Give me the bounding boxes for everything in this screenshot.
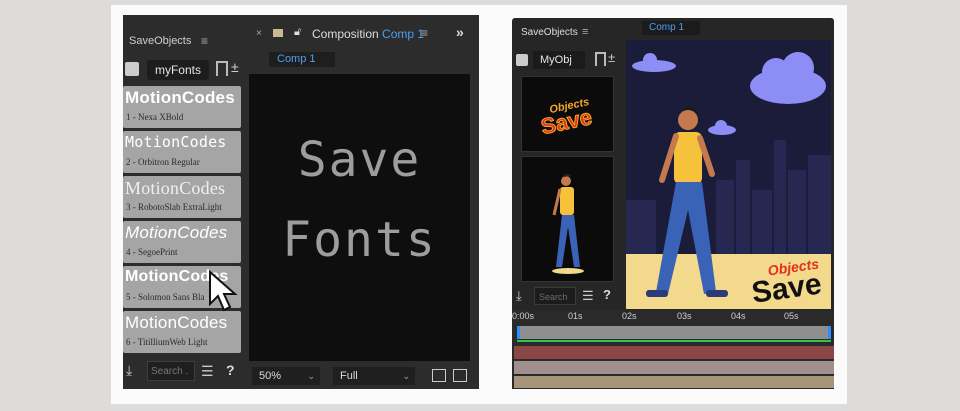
- object-thumbnail[interactable]: [521, 156, 614, 282]
- tab-comp-1[interactable]: Comp 1: [642, 21, 700, 35]
- timeline-tick: 01s: [568, 311, 583, 321]
- timeline-tick: 03s: [677, 311, 692, 321]
- folder-icon: [273, 29, 283, 37]
- help-icon[interactable]: ?: [226, 362, 235, 378]
- composition-label: Composition: [312, 27, 379, 41]
- resolution-value: Full: [340, 370, 358, 382]
- timeline-layer[interactable]: [514, 361, 834, 374]
- timeline-tick: 04s: [731, 311, 746, 321]
- lock-icon[interactable]: 🔓︎: [294, 26, 301, 39]
- font-tile[interactable]: MotionCodes 2 - Orbitron Regular: [123, 131, 241, 173]
- font-caption: 4 - SegoePrint: [126, 247, 178, 257]
- walking-man-scene-art: Objects Save: [626, 40, 831, 309]
- composition-preview[interactable]: Objects Save: [626, 40, 831, 309]
- search-input[interactable]: Search: [534, 287, 576, 305]
- font-caption: 3 - RobotoSlab ExtraLight: [126, 202, 222, 212]
- font-caption: 1 - Nexa XBold: [126, 112, 184, 122]
- render-bar: [517, 340, 831, 342]
- thumb-text-bottom: Save: [539, 104, 594, 139]
- bookmark-icon[interactable]: [595, 52, 606, 66]
- font-tile[interactable]: MotionCodes 1 - Nexa XBold: [123, 86, 241, 128]
- viewer-toolbar: 50% ⌄ Full ⌄: [249, 366, 473, 388]
- left-window: SaveObjects ≡ myFonts ± MotionCodes 1 - …: [123, 15, 479, 389]
- save-icon[interactable]: [125, 62, 139, 76]
- mouse-cursor-icon: [209, 270, 238, 312]
- close-icon[interactable]: ×: [256, 28, 262, 39]
- add-icon[interactable]: ±: [231, 59, 239, 75]
- panel-menu-icon[interactable]: ≡: [582, 26, 588, 38]
- preset-toolbar: MyObj ±: [512, 50, 620, 73]
- search-input[interactable]: Search .: [147, 361, 195, 381]
- viewer-text-line-1: Save: [297, 132, 422, 188]
- preset-selector[interactable]: myFonts: [147, 60, 209, 80]
- help-icon[interactable]: ?: [603, 287, 611, 302]
- viewer-text-line-2: Fonts: [282, 212, 437, 268]
- font-preview: MotionCodes: [125, 133, 227, 151]
- tab-comp-1[interactable]: Comp 1: [269, 52, 335, 67]
- chevron-down-icon: ⌄: [402, 371, 410, 381]
- panel-title: SaveObjects: [129, 35, 192, 47]
- timeline-tick: 0:00s: [512, 311, 535, 321]
- timeline-tick: 02s: [622, 311, 637, 321]
- panel-title: SaveObjects: [521, 27, 578, 38]
- right-window: SaveObjects ≡ Comp 1 MyObj ± Objects Sav…: [512, 18, 834, 389]
- font-preview: MotionCodes: [125, 178, 226, 198]
- panel-menu-icon[interactable]: ≡: [201, 34, 208, 48]
- panel-footer: ⤓ Search . ☰ ?: [123, 359, 241, 385]
- expand-icon[interactable]: »: [456, 24, 464, 40]
- font-tile[interactable]: MotionCodes 4 - SegoePrint: [123, 221, 241, 263]
- timeline-layer[interactable]: [514, 376, 834, 388]
- walking-man-thumbnail-icon: [552, 173, 584, 274]
- timeline-tick: 05s: [784, 311, 799, 321]
- font-list: MotionCodes 1 - Nexa XBold MotionCodes 2…: [123, 86, 241, 356]
- bookmark-icon[interactable]: [216, 61, 228, 76]
- download-icon[interactable]: ⤓: [516, 288, 522, 304]
- font-tile[interactable]: MotionCodes 6 - TitilliumWeb Light: [123, 311, 241, 353]
- snapshot-icon[interactable]: [432, 369, 446, 382]
- object-thumbnail[interactable]: Objects Save: [521, 76, 614, 152]
- panel-footer: ⤓ Search ☰ ?: [512, 286, 622, 308]
- add-icon[interactable]: ±: [608, 50, 615, 65]
- list-upload-icon[interactable]: ☰: [201, 363, 214, 380]
- composition-header: × 🔓︎ Composition Comp 1 ≡ »: [256, 24, 476, 45]
- font-tile[interactable]: MotionCodes 3 - RobotoSlab ExtraLight: [123, 176, 241, 218]
- preset-selector[interactable]: MyObj: [533, 51, 585, 69]
- preset-toolbar: myFonts ±: [123, 59, 241, 83]
- font-caption: 6 - TitilliumWeb Light: [126, 337, 208, 347]
- grid-icon[interactable]: [453, 369, 467, 382]
- zoom-value: 50%: [259, 370, 282, 382]
- timeline[interactable]: 0:00s 01s 02s 03s 04s 05s: [512, 310, 834, 389]
- save-icon[interactable]: [516, 54, 528, 66]
- font-caption: 5 - Solomon Sans Bla: [126, 292, 205, 302]
- font-caption: 2 - Orbitron Regular: [126, 157, 200, 167]
- resolution-select[interactable]: Full ⌄: [333, 367, 415, 385]
- font-preview: MotionCodes: [125, 223, 228, 242]
- work-area-bar[interactable]: [517, 326, 831, 339]
- composition-menu-icon[interactable]: ≡: [421, 26, 428, 40]
- list-upload-icon[interactable]: ☰: [582, 288, 594, 304]
- font-preview: MotionCodes: [125, 313, 228, 332]
- zoom-select[interactable]: 50% ⌄: [252, 367, 320, 385]
- font-preview: MotionCodes: [125, 88, 235, 107]
- composition-viewer[interactable]: Save Fonts: [249, 74, 470, 361]
- chevron-down-icon: ⌄: [307, 371, 315, 381]
- composition-title: Composition Comp 1: [312, 27, 424, 41]
- composition-name: Comp 1: [382, 27, 425, 41]
- save-objects-thumbnail-art: Objects Save: [538, 96, 594, 140]
- download-icon[interactable]: ⤓: [126, 362, 132, 379]
- timeline-layer[interactable]: [514, 346, 834, 359]
